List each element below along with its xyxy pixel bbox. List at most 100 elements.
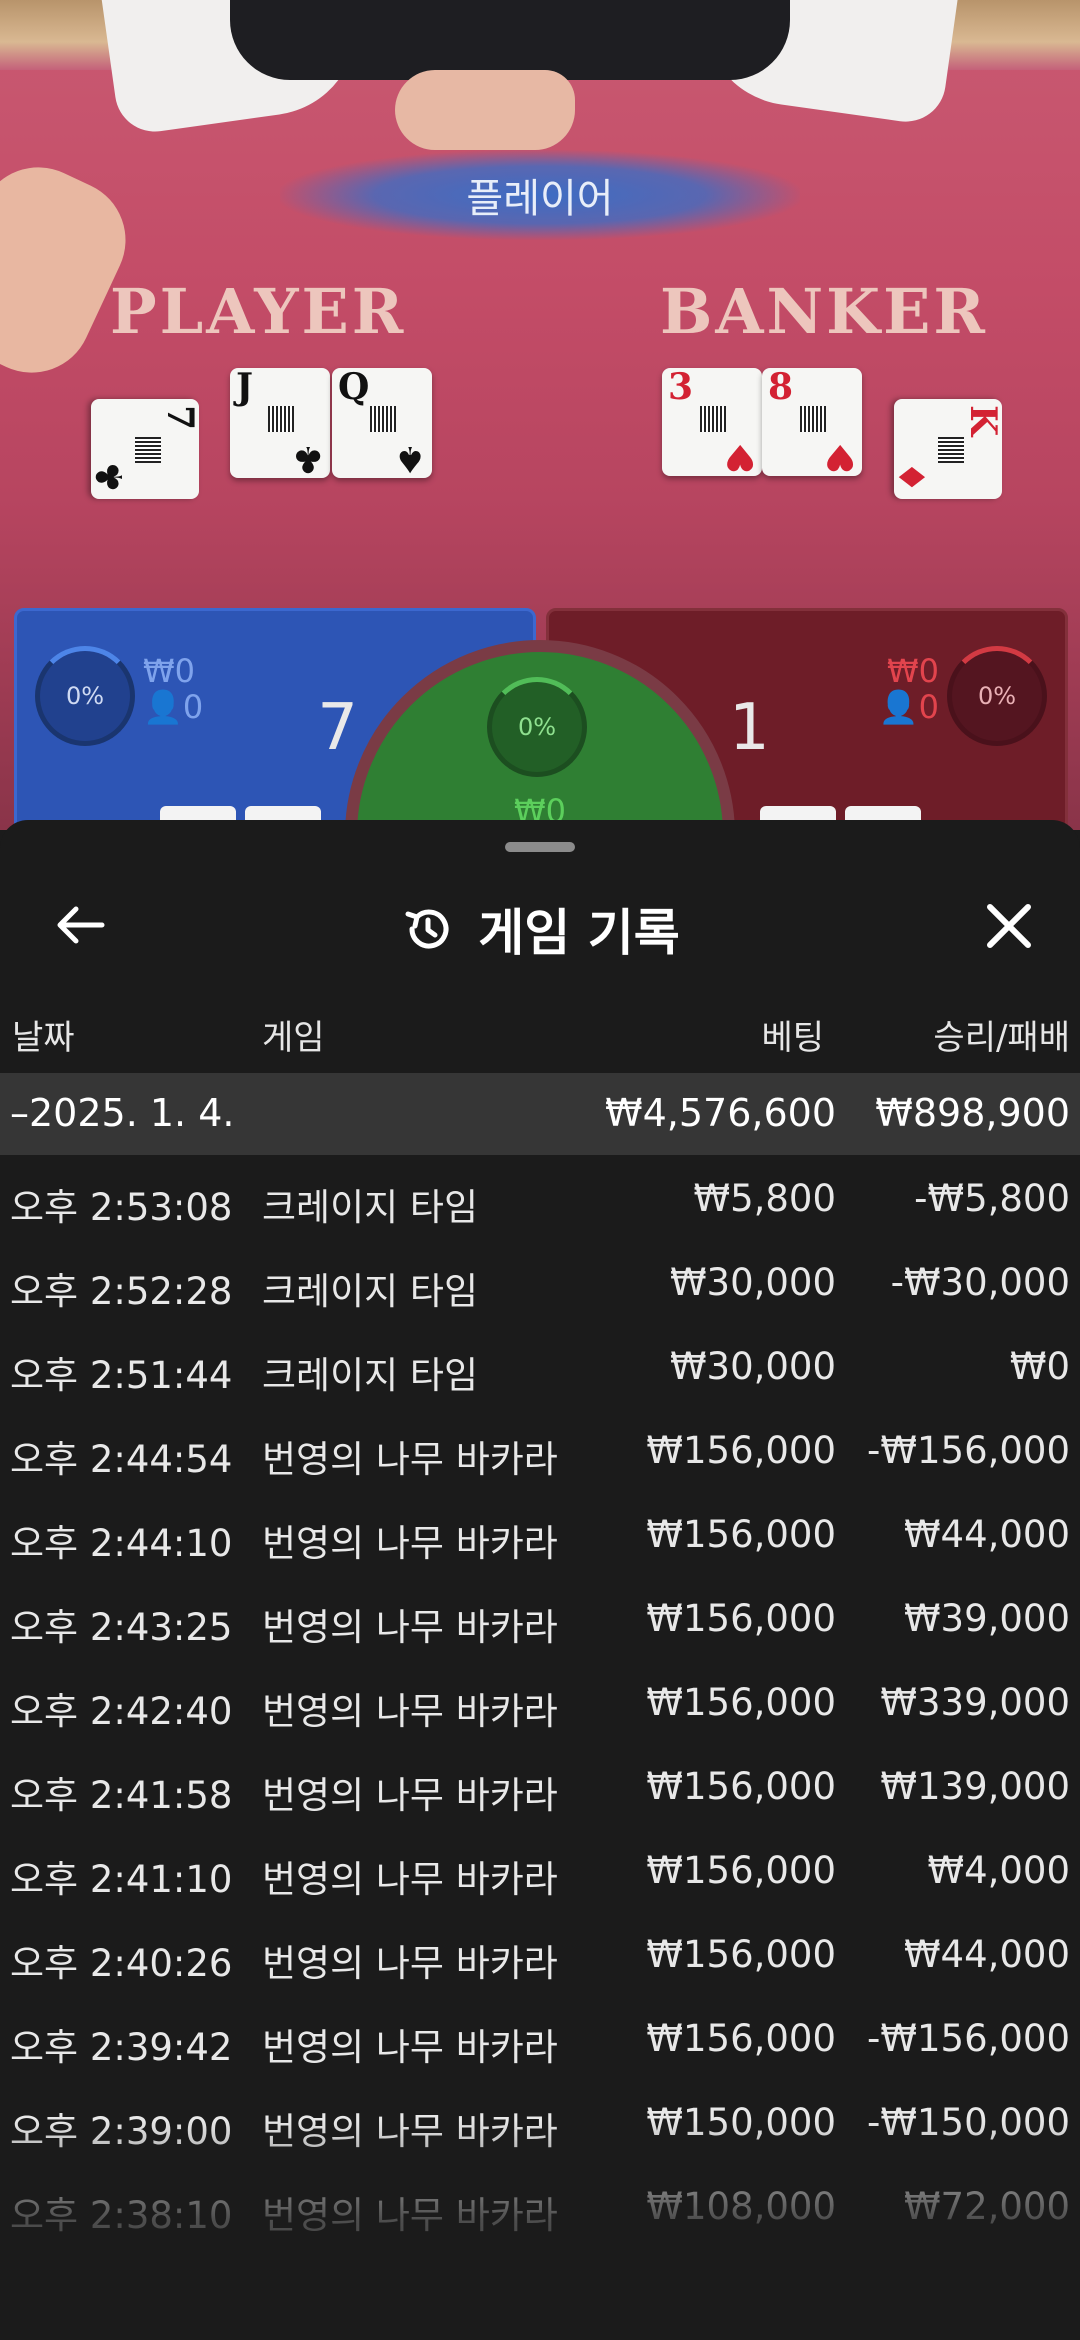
dealer-hand-left [0,147,146,393]
banker-bettor-count-row: 👤0 [879,689,939,725]
banker-stake-info: ₩0 👤0 [879,653,939,725]
row-bet: ₩5,800 [693,1177,836,1220]
barcode-icon [370,406,396,432]
close-button[interactable] [974,891,1044,961]
history-row[interactable]: 오후 2:39:00 번영의 나무 바카라 ₩150,000 -₩150,000 [0,2079,1080,2163]
row-time: 오후 2:38:10 [10,2194,233,2237]
person-icon: 👤 [878,688,919,726]
row-bet: ₩30,000 [669,1345,836,1388]
sheet-drag-handle[interactable] [505,842,575,852]
banker-card-3: K ♦ [892,399,1004,499]
history-row[interactable]: 오후 2:42:40 번영의 나무 바카라 ₩156,000 ₩339,000 [0,1659,1080,1743]
card-suit: ♣ [291,438,324,480]
history-row[interactable]: 오후 2:38:10 번영의 나무 바카라 ₩108,000 ₩72,000 [0,2163,1080,2247]
row-game: 크레이지 타임 [262,1354,479,1397]
history-row[interactable]: 오후 2:44:10 번영의 나무 바카라 ₩156,000 ₩44,000 [0,1491,1080,1575]
history-row[interactable]: 오후 2:44:54 번영의 나무 바카라 ₩156,000 -₩156,000 [0,1407,1080,1491]
banker-score: 1 [729,691,770,765]
barcode-icon [800,406,826,432]
barcode-icon [700,406,726,432]
card-suit: ♥ [823,436,856,478]
row-bet: ₩108,000 [646,2185,836,2228]
column-header-bet: 베팅 [761,1018,824,1058]
card-suit: ♠ [393,438,426,480]
history-row[interactable]: 오후 2:43:25 번영의 나무 바카라 ₩156,000 ₩39,000 [0,1575,1080,1659]
history-row[interactable]: 오후 2:41:58 번영의 나무 바카라 ₩156,000 ₩139,000 [0,1743,1080,1827]
row-game: 번영의 나무 바카라 [262,2110,558,2153]
row-game: 번영의 나무 바카라 [262,1942,558,1985]
player-bettor-count: 0 [182,688,204,726]
row-result: -₩30,000 [890,1261,1070,1304]
row-result: ₩44,000 [903,1933,1070,1976]
card-rank: J [236,366,254,408]
player-score: 7 [317,691,358,765]
row-time: 오후 2:52:28 [10,1270,233,1313]
row-bet: ₩150,000 [646,2101,836,2144]
player-card-1: 7 ♣ [89,399,201,499]
row-result: -₩5,800 [914,1177,1070,1220]
banker-percent-ring: 0% [947,646,1047,746]
history-row[interactable]: 오후 2:53:08 크레이지 타임 ₩5,800 -₩5,800 [0,1155,1080,1239]
row-time: 오후 2:40:26 [10,1942,233,1985]
row-time: 오후 2:42:40 [10,1690,233,1733]
row-bet: ₩156,000 [646,1429,836,1472]
row-result: ₩339,000 [880,1681,1070,1724]
date-group-bet-total: ₩4,576,600 [605,1091,836,1135]
person-icon: 👤 [143,688,183,726]
date-group-row[interactable]: –2025. 1. 4. ₩4,576,600 ₩898,900 [0,1073,1080,1155]
sheet-title-group: 게임 기록 [0,893,1080,965]
player-card-2: J ♣ [230,366,330,480]
row-result: ₩44,000 [903,1513,1070,1556]
player-percent: 0% [65,682,105,710]
tie-percent-ring: 0% [487,677,587,777]
row-result: -₩156,000 [867,2017,1070,2060]
player-stake-info: ₩0 👤0 [143,653,203,725]
history-row[interactable]: 오후 2:40:26 번영의 나무 바카라 ₩156,000 ₩44,000 [0,1911,1080,1995]
row-game: 크레이지 타임 [262,1186,479,1229]
row-result: -₩156,000 [867,1429,1070,1472]
barcode-icon [268,406,294,432]
banker-zone-label: BANKER [660,275,988,348]
row-time: 오후 2:53:08 [10,1186,233,1229]
history-icon [405,909,449,949]
history-row[interactable]: 오후 2:51:44 크레이지 타임 ₩30,000 ₩0 [0,1323,1080,1407]
row-time: 오후 2:39:00 [10,2110,233,2153]
row-game: 번영의 나무 바카라 [262,1690,558,1733]
row-game: 번영의 나무 바카라 [262,2026,558,2069]
row-game: 번영의 나무 바카라 [262,1438,558,1481]
row-time: 오후 2:39:42 [10,2026,233,2069]
sheet-title: 게임 기록 [478,904,680,962]
row-game: 번영의 나무 바카라 [262,1522,558,1565]
row-time: 오후 2:41:10 [10,1858,233,1901]
date-group-label: –2025. 1. 4. [10,1091,235,1135]
player-card-3: Q ♠ [332,368,432,480]
card-suit: ♥ [723,436,756,478]
tie-percent: 0% [517,713,557,741]
row-result: ₩72,000 [903,2185,1070,2228]
row-time: 오후 2:44:54 [10,1438,233,1481]
row-time: 오후 2:44:10 [10,1522,233,1565]
barcode-icon [938,437,964,463]
player-percent-ring: 0% [35,646,135,746]
banker-percent: 0% [977,682,1017,710]
row-game: 번영의 나무 바카라 [262,2194,558,2237]
row-time: 오후 2:41:58 [10,1774,233,1817]
card-rank: K [962,405,1004,437]
row-bet: ₩156,000 [646,1765,836,1808]
card-suit: ♣ [89,460,131,493]
row-bet: ₩156,000 [646,2017,836,2060]
row-result: ₩39,000 [903,1597,1070,1640]
baccarat-table-video: 플레이어 PLAYER BANKER 7 ♣ J ♣ Q ♠ 3 ♥ 8 ♥ K… [0,0,1080,830]
card-rank: 7 [159,405,201,431]
history-row[interactable]: 오후 2:52:28 크레이지 타임 ₩30,000 -₩30,000 [0,1239,1080,1323]
history-row[interactable]: 오후 2:39:42 번영의 나무 바카라 ₩156,000 -₩156,000 [0,1995,1080,2079]
column-header-game: 게임 [262,1018,325,1058]
row-bet: ₩156,000 [646,1681,836,1724]
banker-bettor-count: 0 [918,688,939,726]
history-row[interactable]: 오후 2:41:10 번영의 나무 바카라 ₩156,000 ₩4,000 [0,1827,1080,1911]
dealer-vest [230,0,790,80]
row-bet: ₩156,000 [646,1933,836,1976]
row-bet: ₩156,000 [646,1513,836,1556]
sheet-header: 게임 기록 [0,875,1080,975]
row-game: 크레이지 타임 [262,1270,479,1313]
